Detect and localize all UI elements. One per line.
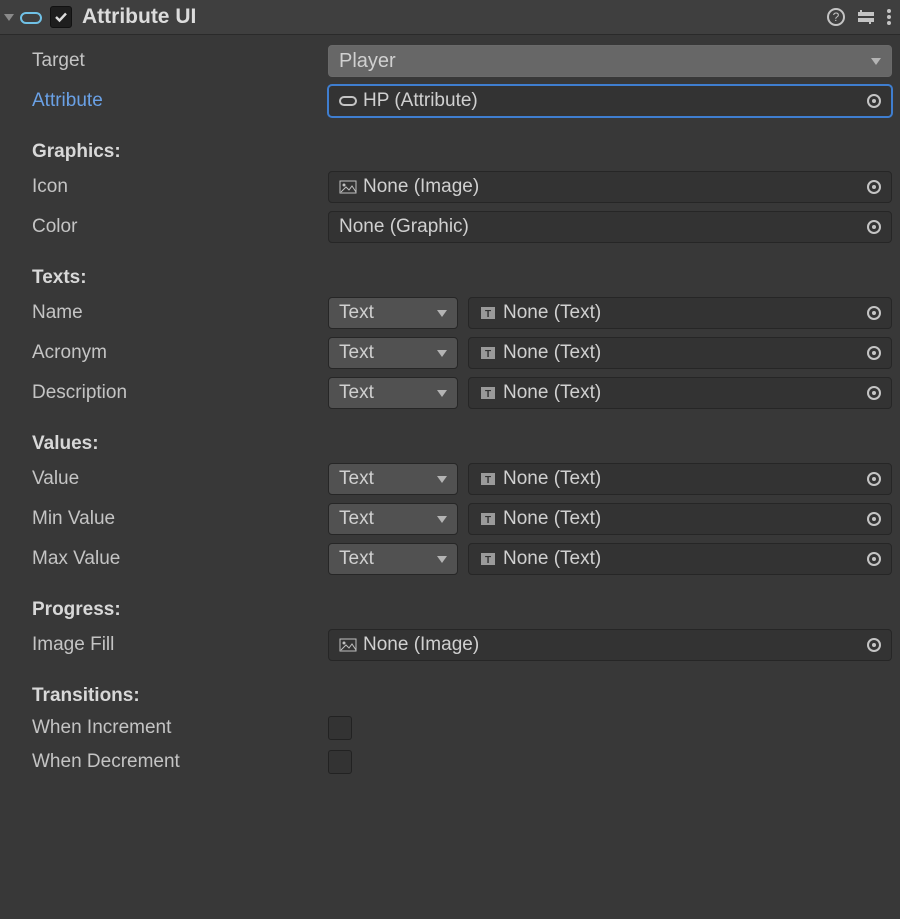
maxvalue-value: None (Text) [503, 548, 867, 570]
minvalue-object-field[interactable]: T None (Text) [468, 503, 892, 535]
name-type-value: Text [339, 302, 374, 324]
color-object-field[interactable]: None (Graphic) [328, 211, 892, 243]
object-picker-icon[interactable] [867, 220, 881, 234]
section-transitions-title: Transitions: [8, 685, 892, 707]
attribute-label: Attribute [8, 90, 318, 112]
target-value: Player [339, 50, 871, 73]
chevron-down-icon [437, 476, 447, 483]
svg-text:?: ? [833, 10, 840, 24]
imagefill-object-field[interactable]: None (Image) [328, 629, 892, 661]
color-value: None (Graphic) [339, 216, 867, 238]
value-value: None (Text) [503, 468, 867, 490]
component-icon [20, 12, 42, 24]
svg-text:T: T [485, 515, 491, 526]
svg-text:T: T [485, 555, 491, 566]
acronym-label: Acronym [8, 342, 318, 364]
icon-object-field[interactable]: None (Image) [328, 171, 892, 203]
attribute-value: HP (Attribute) [363, 90, 867, 112]
maxvalue-type-value: Text [339, 548, 374, 570]
object-picker-icon[interactable] [867, 472, 881, 486]
minvalue-type-value: Text [339, 508, 374, 530]
acronym-type-value: Text [339, 342, 374, 364]
acronym-value: None (Text) [503, 342, 867, 364]
object-picker-icon[interactable] [867, 180, 881, 194]
image-type-icon [339, 179, 357, 195]
chevron-down-icon [437, 390, 447, 397]
chevron-down-icon [437, 350, 447, 357]
object-picker-icon[interactable] [867, 306, 881, 320]
object-picker-icon[interactable] [867, 638, 881, 652]
chevron-down-icon [437, 516, 447, 523]
maxvalue-label: Max Value [8, 548, 318, 570]
description-type-dropdown[interactable]: Text [328, 377, 458, 409]
value-type-dropdown[interactable]: Text [328, 463, 458, 495]
value-object-field[interactable]: T None (Text) [468, 463, 892, 495]
acronym-type-dropdown[interactable]: Text [328, 337, 458, 369]
image-type-icon [339, 637, 357, 653]
component-header: Attribute UI ? [0, 0, 900, 35]
description-type-value: Text [339, 382, 374, 404]
when-increment-checkbox[interactable] [328, 716, 352, 740]
icon-label: Icon [8, 176, 318, 198]
object-picker-icon[interactable] [867, 386, 881, 400]
section-graphics-title: Graphics: [8, 141, 892, 163]
svg-text:T: T [485, 349, 491, 360]
name-object-field[interactable]: T None (Text) [468, 297, 892, 329]
name-type-dropdown[interactable]: Text [328, 297, 458, 329]
imagefill-value: None (Image) [363, 634, 867, 656]
minvalue-type-dropdown[interactable]: Text [328, 503, 458, 535]
chevron-down-icon [437, 310, 447, 317]
object-picker-icon[interactable] [867, 512, 881, 526]
when-decrement-label: When Decrement [8, 751, 318, 773]
section-progress-title: Progress: [8, 599, 892, 621]
object-picker-icon[interactable] [867, 346, 881, 360]
when-decrement-checkbox[interactable] [328, 750, 352, 774]
chevron-down-icon [871, 58, 881, 65]
value-type-value: Text [339, 468, 374, 490]
text-type-icon: T [479, 551, 497, 567]
name-label: Name [8, 302, 318, 324]
color-label: Color [8, 216, 318, 238]
description-value: None (Text) [503, 382, 867, 404]
svg-text:T: T [485, 309, 491, 320]
description-label: Description [8, 382, 318, 404]
text-type-icon: T [479, 471, 497, 487]
value-label: Value [8, 468, 318, 490]
help-icon[interactable]: ? [826, 7, 846, 27]
svg-text:T: T [485, 475, 491, 486]
text-type-icon: T [479, 385, 497, 401]
section-texts-title: Texts: [8, 267, 892, 289]
object-link-icon [339, 96, 357, 106]
description-object-field[interactable]: T None (Text) [468, 377, 892, 409]
minvalue-label: Min Value [8, 508, 318, 530]
target-label: Target [8, 50, 318, 72]
context-menu-icon[interactable] [886, 7, 892, 27]
text-type-icon: T [479, 305, 497, 321]
minvalue-value: None (Text) [503, 508, 867, 530]
presets-icon[interactable] [856, 7, 876, 27]
text-type-icon: T [479, 511, 497, 527]
name-value: None (Text) [503, 302, 867, 324]
component-title: Attribute UI [82, 5, 826, 29]
icon-value: None (Image) [363, 176, 867, 198]
object-picker-icon[interactable] [867, 94, 881, 108]
maxvalue-type-dropdown[interactable]: Text [328, 543, 458, 575]
section-values-title: Values: [8, 433, 892, 455]
when-increment-label: When Increment [8, 717, 318, 739]
chevron-down-icon [437, 556, 447, 563]
svg-text:T: T [485, 389, 491, 400]
target-dropdown[interactable]: Player [328, 45, 892, 77]
text-type-icon: T [479, 345, 497, 361]
foldout-icon[interactable] [4, 14, 14, 21]
maxvalue-object-field[interactable]: T None (Text) [468, 543, 892, 575]
attribute-object-field[interactable]: HP (Attribute) [328, 85, 892, 117]
component-enabled-checkbox[interactable] [50, 6, 72, 28]
acronym-object-field[interactable]: T None (Text) [468, 337, 892, 369]
imagefill-label: Image Fill [8, 634, 318, 656]
object-picker-icon[interactable] [867, 552, 881, 566]
